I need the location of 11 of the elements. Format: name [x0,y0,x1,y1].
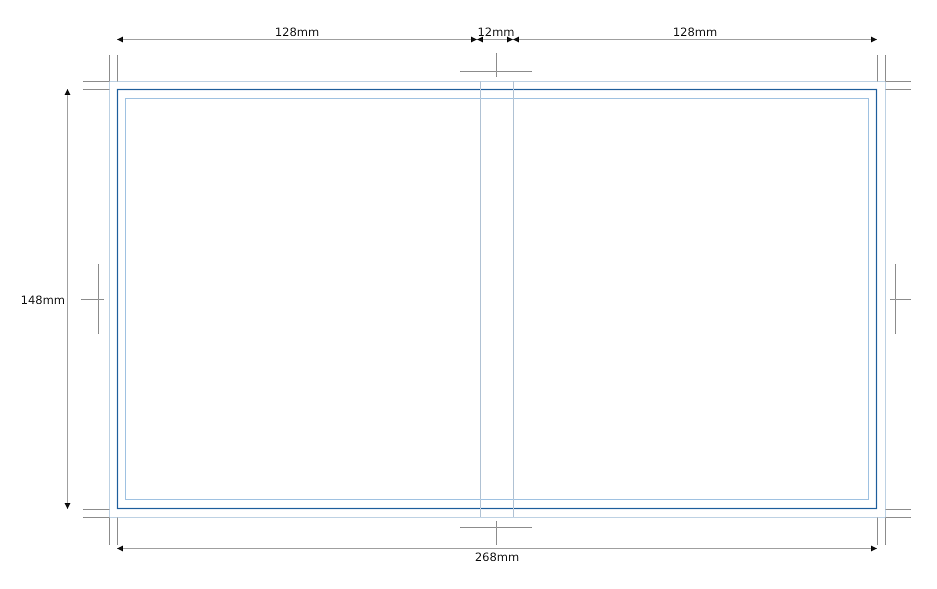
registration-mark [890,264,912,334]
dimension-label: 268mm [474,550,520,564]
dimension-label: 12mm [477,25,515,39]
crop-mark [877,54,912,90]
dimension-label: 148mm [20,293,65,307]
crop-mark [877,509,912,546]
crop-mark [82,54,118,90]
dimension-label: 128mm [672,25,718,39]
dimension-label: 128mm [274,25,320,39]
registration-mark [80,264,104,334]
crop-mark [82,509,118,546]
